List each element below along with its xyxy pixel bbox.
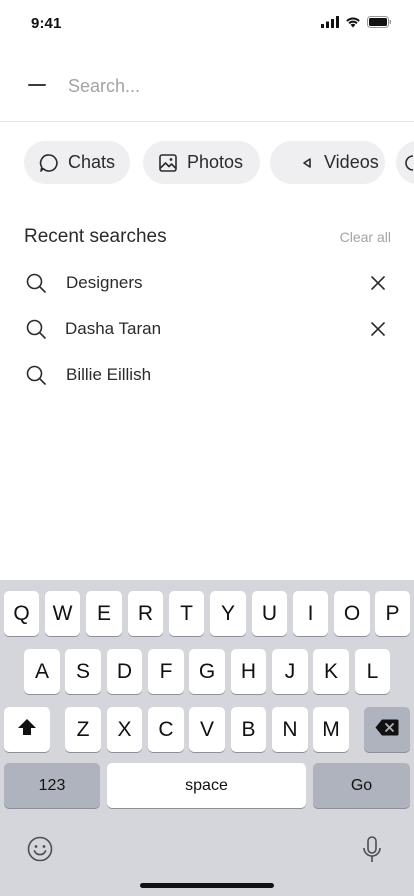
recent-search-item[interactable]: Dasha Taran xyxy=(0,309,414,349)
key-j[interactable]: J xyxy=(272,649,308,694)
key-b[interactable]: B xyxy=(231,707,266,752)
key-k[interactable]: K xyxy=(313,649,349,694)
status-icons xyxy=(321,15,392,33)
key-r[interactable]: R xyxy=(128,591,163,636)
cellular-signal-icon xyxy=(321,15,339,33)
filter-chips: Chats Photos Videos xyxy=(24,141,414,185)
numbers-key[interactable]: 123 xyxy=(4,763,100,808)
search-header xyxy=(0,52,414,122)
key-c[interactable]: C xyxy=(148,707,184,752)
search-icon xyxy=(25,272,47,299)
filter-chip-more[interactable] xyxy=(396,141,414,184)
backspace-key[interactable] xyxy=(364,707,410,752)
key-v[interactable]: V xyxy=(189,707,225,752)
recent-search-label: Designers xyxy=(66,273,143,292)
image-icon xyxy=(157,152,179,174)
chat-bubble-icon xyxy=(38,152,60,174)
recent-searches-title: Recent searches xyxy=(24,226,167,247)
recent-search-label: Dasha Taran xyxy=(65,319,162,338)
key-n[interactable]: N xyxy=(272,707,308,752)
filter-chip-chats[interactable]: Chats xyxy=(24,141,130,184)
key-h[interactable]: H xyxy=(231,649,266,694)
status-bar: 9:41 xyxy=(0,0,414,44)
key-z[interactable]: Z xyxy=(65,707,101,752)
recent-search-item[interactable]: Designers xyxy=(0,263,414,303)
more-filter-icon xyxy=(398,152,414,174)
backspace-icon xyxy=(375,718,399,742)
search-icon xyxy=(25,318,47,345)
key-g[interactable]: G xyxy=(189,649,225,694)
key-y[interactable]: Y xyxy=(210,591,246,636)
key-o[interactable]: O xyxy=(334,591,370,636)
key-f[interactable]: F xyxy=(148,649,184,694)
key-i[interactable]: I xyxy=(293,591,328,636)
key-d[interactable]: D xyxy=(107,649,142,694)
key-u[interactable]: U xyxy=(252,591,287,636)
filter-chip-photos[interactable]: Photos xyxy=(143,141,260,184)
recent-search-item[interactable]: Billie Eillish xyxy=(0,355,414,395)
close-icon[interactable] xyxy=(370,321,386,342)
key-q[interactable]: Q xyxy=(4,591,39,636)
filter-chip-label: Videos xyxy=(324,152,379,172)
filter-chip-label: Chats xyxy=(68,152,116,172)
key-l[interactable]: L xyxy=(355,649,390,694)
key-p[interactable]: P xyxy=(375,591,410,636)
back-icon[interactable] xyxy=(28,84,46,86)
battery-icon xyxy=(367,15,392,33)
emoji-icon[interactable] xyxy=(27,836,53,867)
recent-search-label: Billie Eillish xyxy=(66,365,152,384)
play-icon xyxy=(296,152,318,174)
search-input[interactable] xyxy=(68,72,388,100)
shift-key[interactable] xyxy=(4,707,50,752)
filter-chip-videos[interactable]: Videos xyxy=(270,141,385,184)
close-icon[interactable] xyxy=(370,275,386,296)
wifi-icon xyxy=(345,15,361,33)
key-s[interactable]: S xyxy=(65,649,101,694)
shift-icon xyxy=(17,718,37,742)
space-key[interactable]: space xyxy=(107,763,306,808)
microphone-icon[interactable] xyxy=(362,836,382,869)
filter-chip-label: Photos xyxy=(187,152,244,172)
search-icon xyxy=(25,364,47,391)
key-e[interactable]: E xyxy=(86,591,122,636)
clear-all-button[interactable]: Clear all xyxy=(340,229,391,245)
keyboard: Q W E R T Y U I O P A S D F G H J K L Z … xyxy=(0,580,414,896)
key-x[interactable]: X xyxy=(107,707,142,752)
home-indicator xyxy=(140,883,274,888)
key-t[interactable]: T xyxy=(169,591,204,636)
key-a[interactable]: A xyxy=(24,649,60,694)
key-m[interactable]: M xyxy=(313,707,349,752)
key-w[interactable]: W xyxy=(45,591,80,636)
status-time: 9:41 xyxy=(31,15,62,32)
go-key[interactable]: Go xyxy=(313,763,410,808)
